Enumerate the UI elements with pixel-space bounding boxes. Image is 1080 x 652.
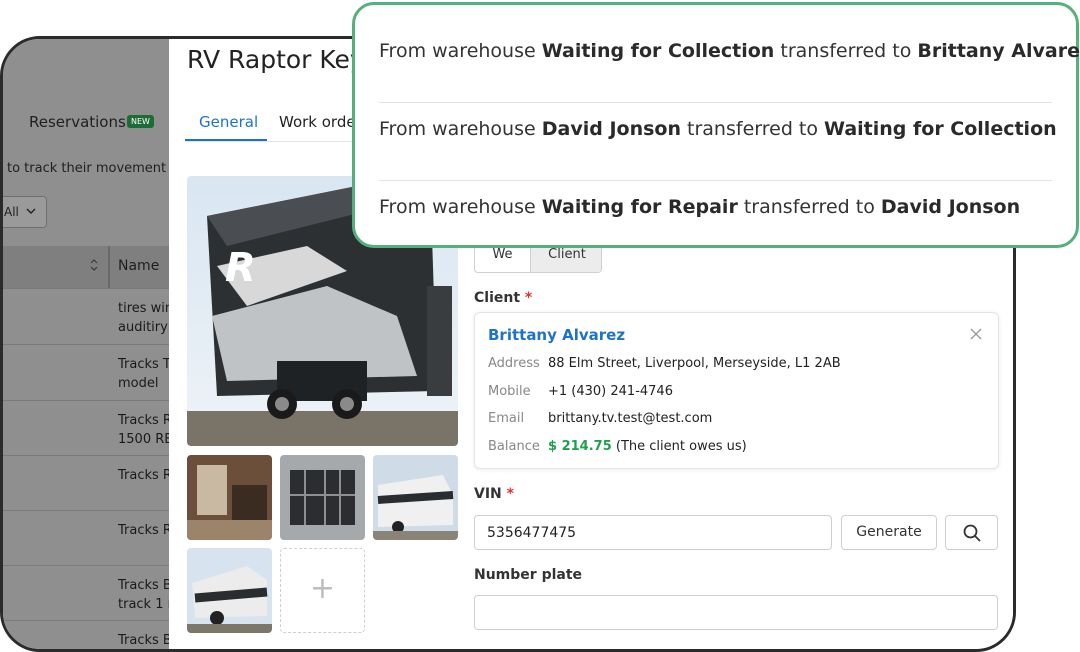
row-name-line1: tires win	[118, 301, 174, 316]
balance-note: (The client owes us)	[615, 439, 747, 454]
column-divider	[108, 246, 110, 288]
client-label: Client *	[474, 290, 532, 306]
mobile-label: Mobile	[488, 384, 531, 399]
page-title: RV Raptor Key	[187, 45, 365, 74]
vehicle-thumbnail[interactable]	[373, 455, 458, 540]
transfer-to: Waiting for Collection	[824, 118, 1057, 140]
table-row[interactable]: Tracks R	[3, 455, 173, 510]
table-row[interactable]: Tracks B	[3, 620, 173, 649]
search-icon	[963, 524, 981, 546]
vin-input[interactable]: 5356477475	[474, 515, 832, 550]
number-plate-input[interactable]	[474, 595, 998, 630]
email-value: brittany.tv.test@test.com	[548, 411, 713, 426]
transfer-prefix: From warehouse	[379, 40, 536, 62]
tab-general[interactable]: General	[199, 113, 258, 131]
address-label: Address	[488, 356, 540, 371]
email-label: Email	[488, 411, 525, 426]
client-label-text: Client	[474, 290, 521, 306]
client-name-link[interactable]: Brittany Alvarez	[488, 326, 625, 344]
row-name-line1: Tracks B	[118, 633, 172, 648]
sort-icon[interactable]	[89, 258, 99, 275]
transfer-prefix: From warehouse	[379, 118, 536, 140]
row-name-line1: Tracks R	[118, 413, 172, 428]
address-value: 88 Elm Street, Liverpool, Merseyside, L1…	[548, 356, 841, 371]
table-row[interactable]: Tracks T model	[3, 344, 173, 400]
tab-work-orders[interactable]: Work orde	[279, 113, 356, 131]
close-icon[interactable]	[970, 325, 982, 344]
transfer-middle: transferred to	[687, 118, 818, 140]
plus-icon: +	[309, 571, 336, 606]
row-name-line1: Tracks B	[118, 578, 172, 593]
background-description: to track their movement h	[7, 161, 179, 176]
transfer-entry: From warehouse David Jonson transferred …	[379, 118, 1057, 140]
balance-amount: $ 214.75	[548, 439, 612, 454]
new-badge: NEW	[127, 115, 154, 128]
divider	[379, 180, 1052, 181]
filter-select[interactable]: All	[3, 196, 47, 228]
row-name-line2: model	[118, 376, 159, 391]
mobile-value: +1 (430) 241-4746	[548, 384, 673, 399]
transfer-to: Brittany Alvarez	[917, 40, 1080, 62]
transfer-from: David Jonson	[541, 118, 681, 140]
add-photo-button[interactable]: +	[280, 548, 365, 633]
column-header-name[interactable]: Name	[118, 258, 159, 274]
table-row[interactable]: Tracks B track 1 r	[3, 565, 173, 620]
generate-button[interactable]: Generate	[841, 515, 937, 550]
nav-reservations[interactable]: Reservations	[29, 113, 126, 131]
required-marker: *	[501, 486, 514, 502]
vin-label-text: VIN	[474, 486, 502, 502]
transfer-from: Waiting for Repair	[541, 196, 738, 218]
client-info-card: Brittany Alvarez Address 88 Elm Street, …	[474, 312, 999, 469]
row-name-line2: 1500 RE	[118, 432, 173, 447]
table-row[interactable]: tires win auditiry	[3, 288, 173, 344]
row-name-line2: track 1 r	[118, 597, 173, 612]
vehicle-thumbnail[interactable]	[280, 455, 365, 540]
row-name-line1: Tracks R	[118, 468, 172, 483]
balance-value: $ 214.75 (The client owes us)	[548, 439, 747, 454]
filter-value: All	[4, 205, 19, 219]
divider	[379, 102, 1052, 103]
vehicle-thumbnail[interactable]	[187, 548, 272, 633]
required-marker: *	[520, 290, 533, 306]
vehicle-thumbnail[interactable]	[187, 455, 272, 540]
transfer-to: David Jonson	[880, 196, 1021, 218]
table-row[interactable]: Tracks R	[3, 510, 173, 565]
vin-label: VIN *	[474, 486, 514, 502]
table-row[interactable]: Tracks R 1500 RE	[3, 400, 173, 455]
chevron-down-icon	[26, 205, 36, 219]
row-name-line1: Tracks R	[118, 523, 172, 538]
transfer-entry: From warehouse Waiting for Collection tr…	[379, 40, 1080, 62]
transfer-from: Waiting for Collection	[541, 40, 775, 62]
transfer-prefix: From warehouse	[379, 196, 536, 218]
svg-text:R: R	[225, 245, 256, 291]
row-name-line1: Tracks T	[118, 357, 171, 372]
vin-search-button[interactable]	[945, 515, 998, 550]
background-header	[3, 39, 173, 113]
transfer-middle: transferred to	[743, 196, 875, 218]
transfer-middle: transferred to	[780, 40, 912, 62]
row-name-line2: auditiry	[118, 320, 168, 335]
transfer-history-popup: From warehouse Waiting for Collection tr…	[352, 2, 1080, 248]
transfer-entry: From warehouse Waiting for Repair transf…	[379, 196, 1020, 218]
number-plate-label: Number plate	[474, 567, 583, 583]
balance-label: Balance	[488, 439, 540, 454]
